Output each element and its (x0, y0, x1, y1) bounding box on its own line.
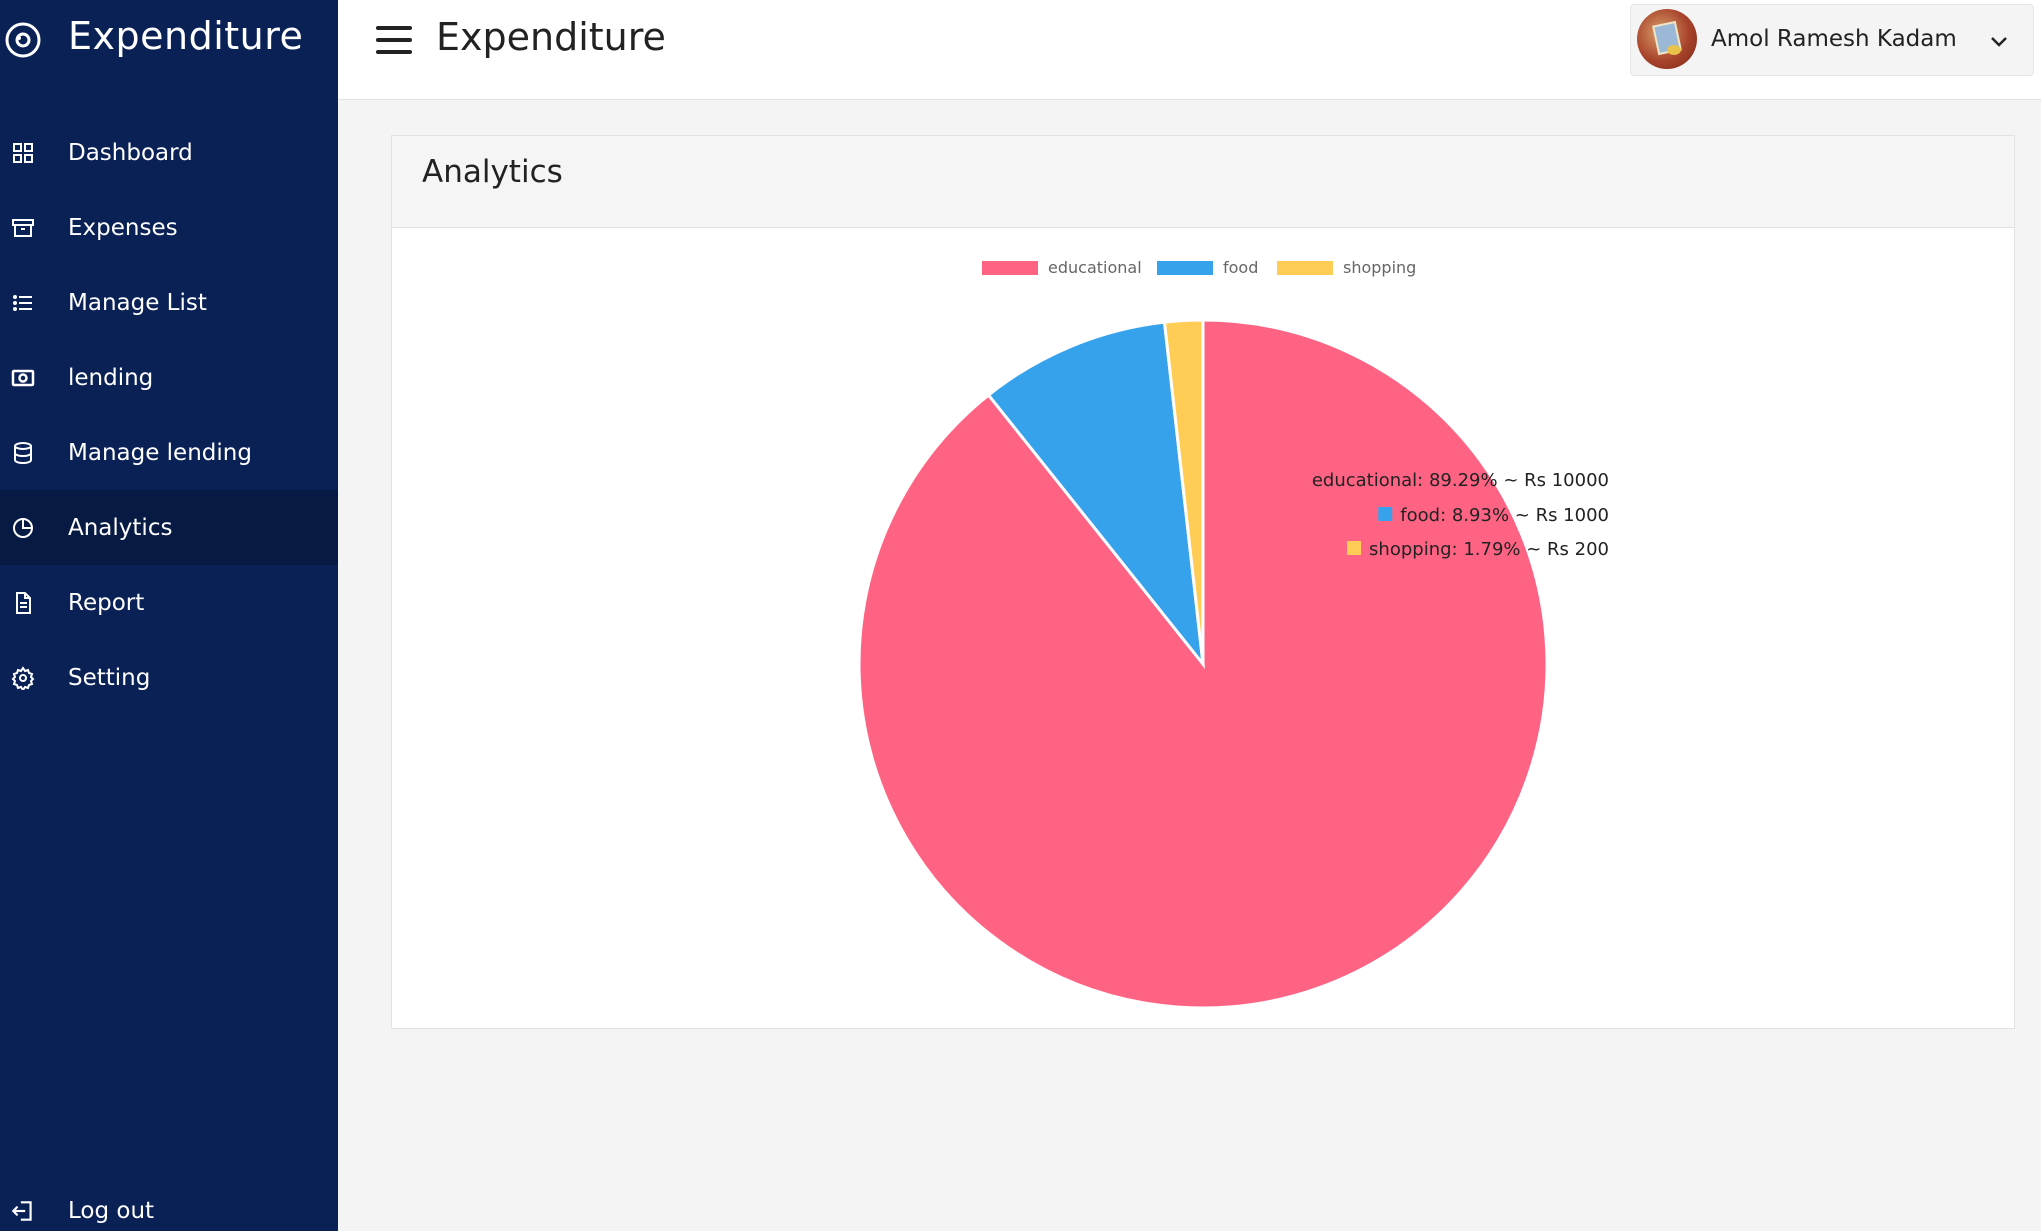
pie-label-swatch (1378, 507, 1393, 521)
logo-icon (5, 22, 41, 58)
sidebar-item-label: Setting (68, 664, 151, 691)
file-icon (16, 592, 31, 614)
pie-chart-icon (13, 518, 33, 538)
logout-button[interactable]: Log out (0, 1174, 338, 1231)
pie-label-swatch (1347, 541, 1362, 555)
database-icon (14, 442, 32, 465)
card-title: Analytics (422, 154, 563, 190)
sidebar-item-analytics[interactable]: Analytics (0, 490, 338, 565)
sidebar-item-label: Manage List (68, 289, 207, 316)
sidebar-item-label: Dashboard (68, 139, 193, 166)
legend-item-shopping[interactable]: shopping (1277, 258, 1416, 277)
list-icon (13, 295, 32, 311)
legend-item-food[interactable]: food (1157, 258, 1258, 277)
menu-toggle-icon[interactable] (376, 26, 412, 56)
logout-label: Log out (68, 1198, 155, 1224)
sidebar-item-dashboard[interactable]: Dashboard (0, 115, 338, 190)
analytics-card: Analytics educational food shopping educati… (391, 135, 2015, 1029)
page-title: Expenditure (436, 15, 666, 59)
sidebar-item-setting[interactable]: Setting (0, 640, 338, 715)
sidebar-item-label: Report (68, 589, 145, 616)
pie-chart: educational food shopping educational: 89.2… (857, 258, 1609, 1010)
money-icon (11, 369, 35, 387)
brand[interactable]: Expenditure (0, 0, 338, 80)
legend-label: food (1223, 258, 1258, 277)
avatar (1637, 9, 1697, 69)
sidebar-item-label: Analytics (68, 514, 173, 541)
logout-icon (11, 1201, 32, 1221)
sidebar-item-label: Expenses (68, 214, 178, 241)
pie-label-shopping: shopping: 1.79% ~ Rs 200 (1347, 539, 1609, 560)
sidebar-nav: Dashboard Expenses Manage List lending M… (0, 115, 338, 715)
pie-label-swatch (1289, 472, 1304, 486)
pie-label-text: educational: 89.29% ~ Rs 10000 (1312, 470, 1609, 491)
user-menu-dropdown[interactable]: Amol Ramesh Kadam (1630, 4, 2034, 76)
pie-label-text: shopping: 1.79% ~ Rs 200 (1369, 539, 1609, 560)
sidebar: Expenditure Dashboard Expenses Manage Li… (0, 0, 338, 1231)
sidebar-item-manage-lending[interactable]: Manage lending (0, 415, 338, 490)
pie-label-text: food: 8.93% ~ Rs 1000 (1400, 505, 1609, 526)
legend-label: shopping (1343, 258, 1416, 277)
sidebar-item-manage-list[interactable]: Manage List (0, 265, 338, 340)
sidebar-item-label: lending (68, 364, 154, 391)
sidebar-item-lending[interactable]: lending (0, 340, 338, 415)
pie-label-educational: educational: 89.29% ~ Rs 10000 (1289, 470, 1609, 491)
pie-label-food: food: 8.93% ~ Rs 1000 (1378, 505, 1609, 526)
gear-icon (11, 666, 35, 690)
chevron-down-icon (1991, 37, 2007, 47)
user-name: Amol Ramesh Kadam (1711, 26, 1957, 52)
legend-item-educational[interactable]: educational (982, 258, 1142, 277)
top-header: Expenditure Amol Ramesh Kadam (338, 0, 2041, 100)
archive-icon (12, 219, 34, 237)
legend-label: educational (1048, 258, 1142, 277)
card-header: Analytics (392, 136, 2014, 228)
brand-name: Expenditure (68, 14, 304, 58)
grid-icon (13, 143, 33, 163)
sidebar-item-report[interactable]: Report (0, 565, 338, 640)
sidebar-item-expenses[interactable]: Expenses (0, 190, 338, 265)
sidebar-item-label: Manage lending (68, 439, 252, 466)
